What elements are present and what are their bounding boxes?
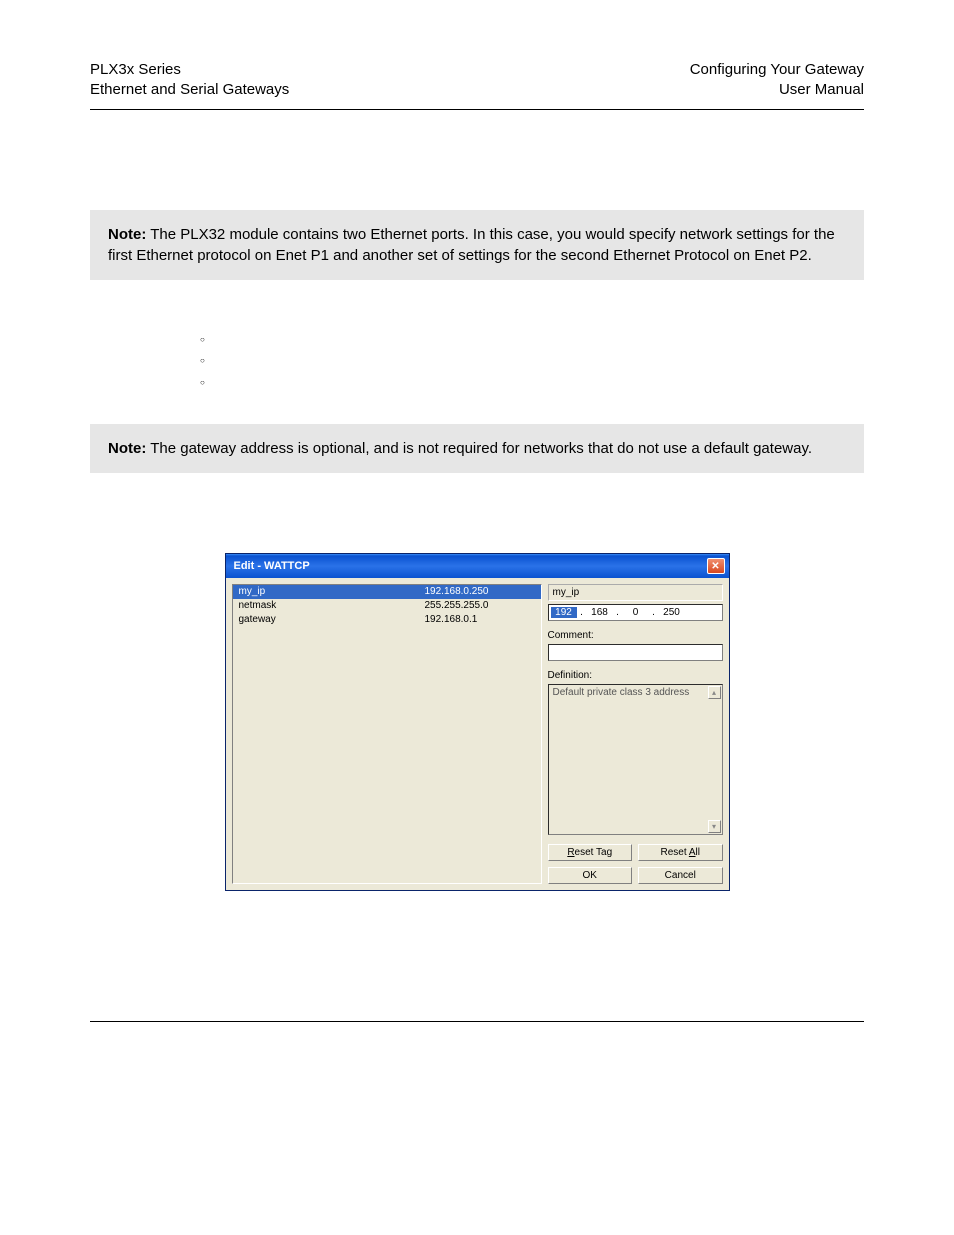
scroll-down-icon[interactable]: ▾ <box>708 820 721 833</box>
list-name: netmask <box>239 599 425 613</box>
page-header: PLX3x Series Ethernet and Serial Gateway… <box>90 60 864 101</box>
ip-dot: . <box>615 607 621 618</box>
list-row-my-ip[interactable]: my_ip 192.168.0.250 <box>233 585 541 599</box>
header-right-top: Configuring Your Gateway <box>690 60 864 80</box>
ip-address-input[interactable]: 192 . 168 . 0 . 250 <box>548 604 723 621</box>
ip-octet-1[interactable]: 192 <box>551 607 577 618</box>
list-row-netmask[interactable]: netmask 255.255.255.0 <box>233 599 541 613</box>
parameter-list[interactable]: my_ip 192.168.0.250 netmask 255.255.255.… <box>232 584 542 884</box>
scroll-up-icon[interactable]: ▴ <box>708 686 721 699</box>
ip-octet-4[interactable]: 250 <box>659 607 685 618</box>
header-rule <box>90 109 864 110</box>
footer-rule <box>90 1021 864 1022</box>
bullet-item <box>200 351 864 373</box>
definition-box: Default private class 3 address ▴ ▾ <box>548 684 723 835</box>
cancel-button[interactable]: Cancel <box>638 867 723 884</box>
list-value: 255.255.255.0 <box>425 599 535 613</box>
list-row-gateway[interactable]: gateway 192.168.0.1 <box>233 613 541 627</box>
ip-dot: . <box>579 607 585 618</box>
ip-dot: . <box>651 607 657 618</box>
selected-field-name: my_ip <box>548 584 723 601</box>
definition-label: Definition: <box>548 664 723 681</box>
edit-wattcp-dialog: Edit - WATTCP ✕ my_ip 192.168.0.250 netm… <box>225 553 730 891</box>
list-name: my_ip <box>239 585 425 599</box>
note2-text: The gateway address is optional, and is … <box>146 440 812 457</box>
note-box-2: Note: The gateway address is optional, a… <box>90 424 864 473</box>
bullet-item <box>200 330 864 352</box>
dialog-title: Edit - WATTCP <box>234 560 310 572</box>
ip-octet-3[interactable]: 0 <box>623 607 649 618</box>
definition-text: Default private class 3 address <box>553 687 690 698</box>
bullet-item <box>200 373 864 395</box>
note1-prefix: Note: <box>108 226 146 243</box>
comment-input[interactable] <box>548 644 723 661</box>
close-icon: ✕ <box>711 561 719 572</box>
ok-button[interactable]: OK <box>548 867 633 884</box>
bullet-list <box>200 330 864 395</box>
header-right-bottom: User Manual <box>690 80 864 100</box>
header-left-bottom: Ethernet and Serial Gateways <box>90 80 289 100</box>
list-name: gateway <box>239 613 425 627</box>
reset-tag-button[interactable]: Reset Tag <box>548 844 633 861</box>
close-button[interactable]: ✕ <box>707 558 725 574</box>
comment-label: Comment: <box>548 624 723 641</box>
dialog-titlebar[interactable]: Edit - WATTCP ✕ <box>226 554 729 578</box>
list-value: 192.168.0.250 <box>425 585 535 599</box>
note-box-1: Note: The PLX32 module contains two Ethe… <box>90 210 864 280</box>
note1-text: The PLX32 module contains two Ethernet p… <box>108 226 835 264</box>
reset-all-button[interactable]: Reset All <box>638 844 723 861</box>
note2-prefix: Note: <box>108 440 146 457</box>
header-left-top: PLX3x Series <box>90 60 289 80</box>
list-value: 192.168.0.1 <box>425 613 535 627</box>
ip-octet-2[interactable]: 168 <box>587 607 613 618</box>
